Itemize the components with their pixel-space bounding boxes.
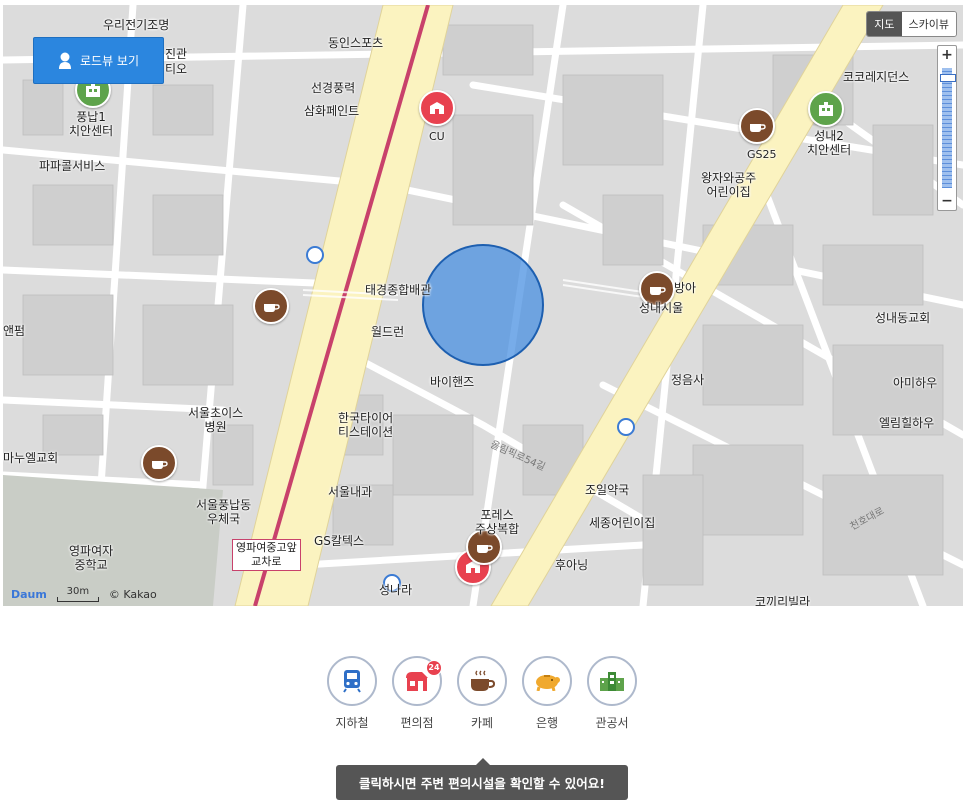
place-label: 왕자와공주 어린이집 <box>701 171 757 199</box>
cafe-icon <box>471 670 495 691</box>
bank-icon <box>536 675 560 691</box>
government-office-icon <box>819 102 833 116</box>
store-24-badge: 24 <box>426 660 442 676</box>
scale-indicator: 30m <box>56 586 99 602</box>
map-type-skyview-button[interactable]: 스카이뷰 <box>901 12 956 36</box>
map-type-toggle: 지도 스카이뷰 <box>866 11 957 37</box>
place-label: CU <box>429 130 445 143</box>
convenience-store-marker[interactable] <box>419 90 455 126</box>
cafe-icon <box>477 545 493 553</box>
category-store-circle: 24 <box>392 656 442 706</box>
place-label: 포레스 주상복합 <box>475 508 520 536</box>
place-label: 바이핸즈 <box>430 375 475 389</box>
category-label: 편의점 <box>400 716 434 730</box>
place-label: 삼화페인트 <box>304 104 360 118</box>
place-label: 성내시울 <box>639 301 684 315</box>
place-label: 후아닝 <box>555 558 589 572</box>
cafe-icon <box>750 124 766 132</box>
convenience-store-icon <box>406 672 428 691</box>
place-label: 조일약국 <box>585 483 630 497</box>
bus-stop-icon[interactable] <box>617 418 635 436</box>
government-office-icon <box>86 83 100 97</box>
cafe-marker[interactable] <box>739 108 775 144</box>
map-type-map-button[interactable]: 지도 <box>867 12 902 36</box>
category-label: 지하철 <box>335 716 369 730</box>
zoom-control: + − <box>937 45 957 211</box>
place-label: 코코레지던스 <box>843 70 910 84</box>
map-view[interactable]: 우리전기조명 동인스포츠 진관 티오 선경풍력 삼화페인트 풍납1 치안센터 파… <box>3 5 963 606</box>
place-label: 파파콜서비스 <box>39 159 106 173</box>
category-government-office[interactable]: 관공서 <box>587 656 637 731</box>
place-label: GS25 <box>747 148 777 161</box>
roadview-label: 로드뷰 보기 <box>79 54 139 68</box>
place-label: 마누엘교회 <box>3 451 59 465</box>
government-office-marker[interactable] <box>808 91 844 127</box>
place-label: 아미하우 <box>893 376 938 390</box>
scale-bar <box>56 597 99 602</box>
place-label: GS칼텍스 <box>314 534 365 548</box>
place-label: 한국타이어 티스테이션 <box>338 411 394 439</box>
cafe-marker[interactable] <box>141 445 177 481</box>
category-label: 카페 <box>470 716 494 730</box>
place-label: 영파여자 중학교 <box>69 544 114 572</box>
place-label: 우리전기조명 <box>103 18 170 32</box>
place-label: 코끼리빌라 <box>755 595 811 606</box>
place-label: 월드런 <box>371 325 405 339</box>
place-label: 세종어린이집 <box>589 516 656 530</box>
zoom-slider-handle[interactable] <box>940 74 956 82</box>
category-subway[interactable]: 지하철 <box>327 656 377 731</box>
cafe-icon <box>152 461 168 469</box>
place-label: 성내2 치안센터 <box>807 129 852 157</box>
scale-label: 30m <box>66 586 90 597</box>
convenience-store-icon <box>430 102 444 114</box>
help-tooltip: 클릭하시면 주변 편의시설을 확인할 수 있어요! <box>336 758 628 800</box>
place-label: 방아 <box>674 281 697 295</box>
cafe-icon <box>264 304 280 312</box>
place-label: 앤펌 <box>3 324 26 338</box>
subway-icon <box>343 670 361 693</box>
category-label: 관공서 <box>595 716 629 730</box>
category-cafe[interactable]: 카페 <box>457 656 507 731</box>
place-label: 풍납1 치안센터 <box>69 110 114 138</box>
roadview-button[interactable]: 로드뷰 보기 <box>33 37 164 84</box>
copyright-text: © Kakao <box>108 587 157 601</box>
place-label: 서울초이스 병원 <box>188 406 244 434</box>
zoom-slider-track[interactable] <box>942 68 952 188</box>
category-bank-circle <box>522 656 572 706</box>
category-bar: 지하철 24 편의점 카페 은행 관공서 <box>327 656 637 731</box>
category-convenience-store[interactable]: 24 편의점 <box>392 656 442 731</box>
place-label: 동인스포츠 <box>328 36 384 50</box>
place-label: 영파여중고앞 교차로 <box>232 539 301 571</box>
place-label: 티오 <box>165 62 188 76</box>
zoom-out-button[interactable]: − <box>938 192 956 210</box>
bus-stop-icon[interactable] <box>306 246 324 264</box>
place-label: 성나라 <box>379 583 413 597</box>
map-attribution: Daum 30m © Kakao <box>11 586 157 602</box>
cafe-marker[interactable] <box>253 288 289 324</box>
category-cafe-circle <box>457 656 507 706</box>
zoom-in-button[interactable]: + <box>938 46 956 64</box>
place-label: 서울내과 <box>328 485 373 499</box>
category-subway-circle <box>327 656 377 706</box>
daum-logo: Daum <box>11 587 47 601</box>
place-label: 진관 <box>165 47 188 61</box>
government-office-icon <box>600 672 624 691</box>
person-icon <box>58 52 71 69</box>
place-label: 서울풍납동 우체국 <box>196 498 252 526</box>
category-bank[interactable]: 은행 <box>522 656 572 731</box>
category-label: 은행 <box>535 716 559 730</box>
place-label: 엘림힐하우 <box>879 416 935 430</box>
place-label: 태경종합배관 <box>365 283 432 297</box>
category-gov-circle <box>587 656 637 706</box>
cafe-icon <box>650 287 666 295</box>
place-label: 성내동교회 <box>875 311 931 325</box>
place-label: 정음사 <box>671 373 705 387</box>
place-label: 선경풍력 <box>311 81 356 95</box>
